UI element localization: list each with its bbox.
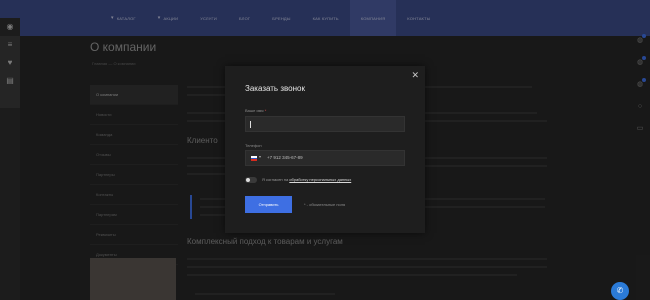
- name-input[interactable]: [245, 116, 405, 132]
- consent-toggle[interactable]: [245, 177, 257, 183]
- name-label: Ваше имя *: [245, 108, 266, 113]
- phone-icon: ✆: [616, 286, 624, 295]
- callback-modal: ✕ Заказать звонок Ваше имя * Телефон ▾ +…: [225, 66, 425, 233]
- close-icon[interactable]: ✕: [411, 70, 419, 81]
- phone-input[interactable]: ▾ +7 912 345-67-89: [245, 150, 405, 166]
- phone-label: Телефон: [245, 143, 262, 148]
- required-note: * - обязательные поля: [304, 202, 346, 207]
- required-mark: *: [264, 108, 267, 113]
- toggle-knob: [246, 178, 250, 182]
- phone-placeholder: +7 912 345-67-89: [267, 155, 303, 160]
- text-caret: [250, 121, 251, 128]
- modal-title: Заказать звонок: [245, 84, 305, 93]
- chat-button[interactable]: ✆: [611, 282, 629, 300]
- consent-prefix: Я согласен на: [262, 177, 290, 182]
- name-label-text: Ваше имя: [245, 108, 264, 113]
- russia-flag-icon[interactable]: [251, 156, 257, 161]
- consent-text: Я согласен на обработку персональных дан…: [262, 177, 351, 182]
- submit-button[interactable]: Отправить: [245, 196, 292, 213]
- consent-link[interactable]: обработку персональных данных: [289, 177, 351, 182]
- chevron-down-icon[interactable]: ▾: [259, 154, 261, 159]
